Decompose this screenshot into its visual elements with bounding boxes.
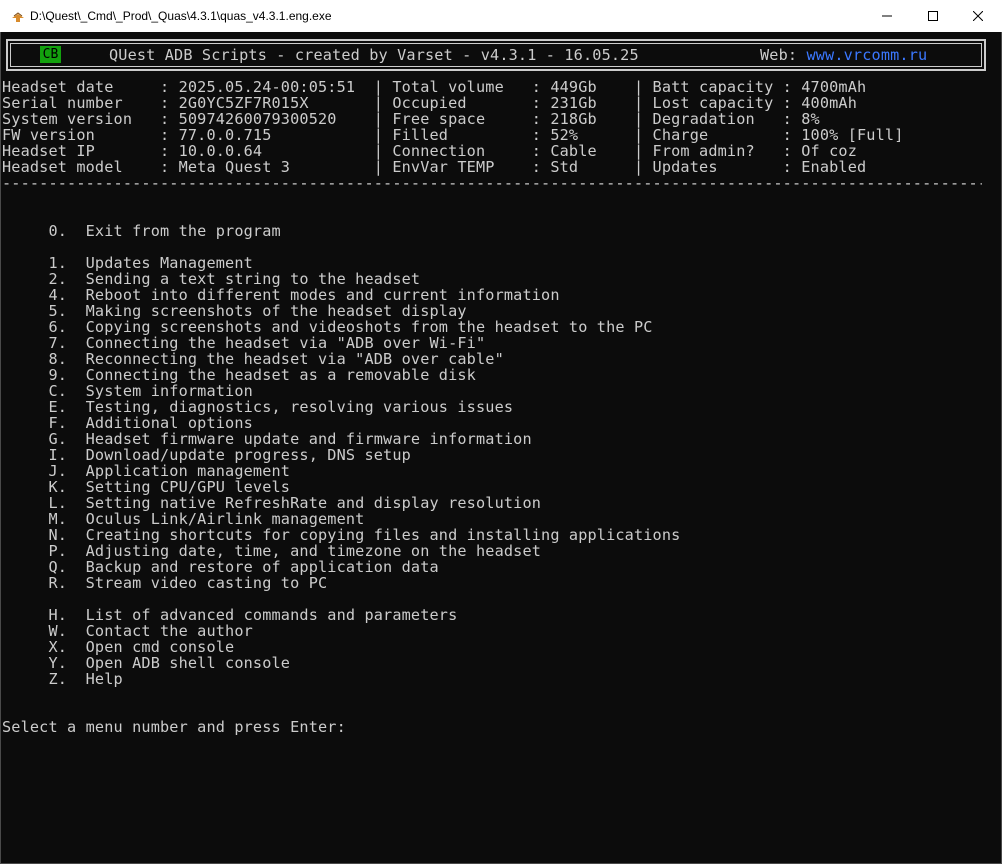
info-line-model: Headset model : Meta Quest 3 | EnvVar TE… [2, 158, 867, 176]
maximize-button[interactable] [910, 0, 956, 32]
header-title: QUest ADB Scripts - created by Varset - … [109, 46, 639, 64]
menu-item-c: C. System information [2, 382, 253, 400]
menu-item-4: 4. Reboot into different modes and curre… [2, 286, 560, 304]
menu-item-h: H. List of advanced commands and paramet… [2, 606, 458, 624]
web-link[interactable]: www.vrcomm.ru [806, 46, 927, 64]
web-label: Web: [760, 46, 807, 64]
info-line-serial: Serial number : 2G0YC5ZF7R015X | Occupie… [2, 94, 858, 112]
menu-item-j: J. Application management [2, 462, 291, 480]
menu-item-y: Y. Open ADB shell console [2, 654, 291, 672]
separator-line: ----------------------------------------… [2, 175, 982, 191]
info-line-fw: FW version : 77.0.0.715 | Filled : 52% |… [2, 126, 904, 144]
menu-item-f: F. Additional options [2, 414, 253, 432]
menu-item-g: G. Headset firmware update and firmware … [2, 430, 532, 448]
menu-item-exit: 0. Exit from the program [2, 222, 281, 240]
info-line-date: Headset date : 2025.05.24-00:05:51 | Tot… [2, 78, 867, 96]
menu-item-w: W. Contact the author [2, 622, 253, 640]
header-web: Web: www.vrcomm.ru [760, 46, 927, 64]
menu-item-m: M. Oculus Link/Airlink management [2, 510, 365, 528]
menu-item-k: K. Setting CPU/GPU levels [2, 478, 291, 496]
close-button[interactable] [955, 0, 1001, 32]
menu-item-8: 8. Reconnecting the headset via "ADB ove… [2, 350, 504, 368]
menu-item-6: 6. Copying screenshots and videoshots fr… [2, 318, 653, 336]
info-line-system: System version : 50974260079300520 | Fre… [2, 110, 820, 128]
window-titlebar: D:\Quest\_Cmd\_Prod\_Quas\4.3.1\quas_v4.… [0, 0, 1002, 32]
menu-item-p: P. Adjusting date, time, and timezone on… [2, 542, 542, 560]
menu-item-q: Q. Backup and restore of application dat… [2, 558, 439, 576]
command-prompt[interactable]: Select a menu number and press Enter: [2, 719, 346, 735]
window-border-left [0, 32, 1, 864]
menu-item-e: E. Testing, diagnostics, resolving vario… [2, 398, 514, 416]
maximize-icon [928, 11, 938, 21]
menu-item-5: 5. Making screenshots of the headset dis… [2, 302, 467, 320]
menu-item-1: 1. Updates Management [2, 254, 253, 272]
menu-item-x: X. Open cmd console [2, 638, 235, 656]
menu-item-7: 7. Connecting the headset via "ADB over … [2, 334, 486, 352]
console-app-icon [11, 9, 25, 22]
menu-item-l: L. Setting native RefreshRate and displa… [2, 494, 542, 512]
menu-item-n: N. Creating shortcuts for copying files … [2, 526, 681, 544]
menu-item-r: R. Stream video casting to PC [2, 574, 328, 592]
menu-item-i: I. Download/update progress, DNS setup [2, 446, 411, 464]
minimize-button[interactable] [864, 0, 910, 32]
info-line-ip: Headset IP : 10.0.0.64 | Connection : Ca… [2, 142, 858, 160]
window-title: D:\Quest\_Cmd\_Prod\_Quas\4.3.1\quas_v4.… [30, 9, 332, 23]
menu-item-2: 2. Sending a text string to the headset [2, 270, 421, 288]
cb-badge: CB [40, 46, 61, 63]
close-icon [973, 11, 983, 21]
minimize-icon [882, 11, 892, 21]
menu-item-z: Z. Help [2, 670, 123, 688]
menu-item-9: 9. Connecting the headset as a removable… [2, 366, 476, 384]
